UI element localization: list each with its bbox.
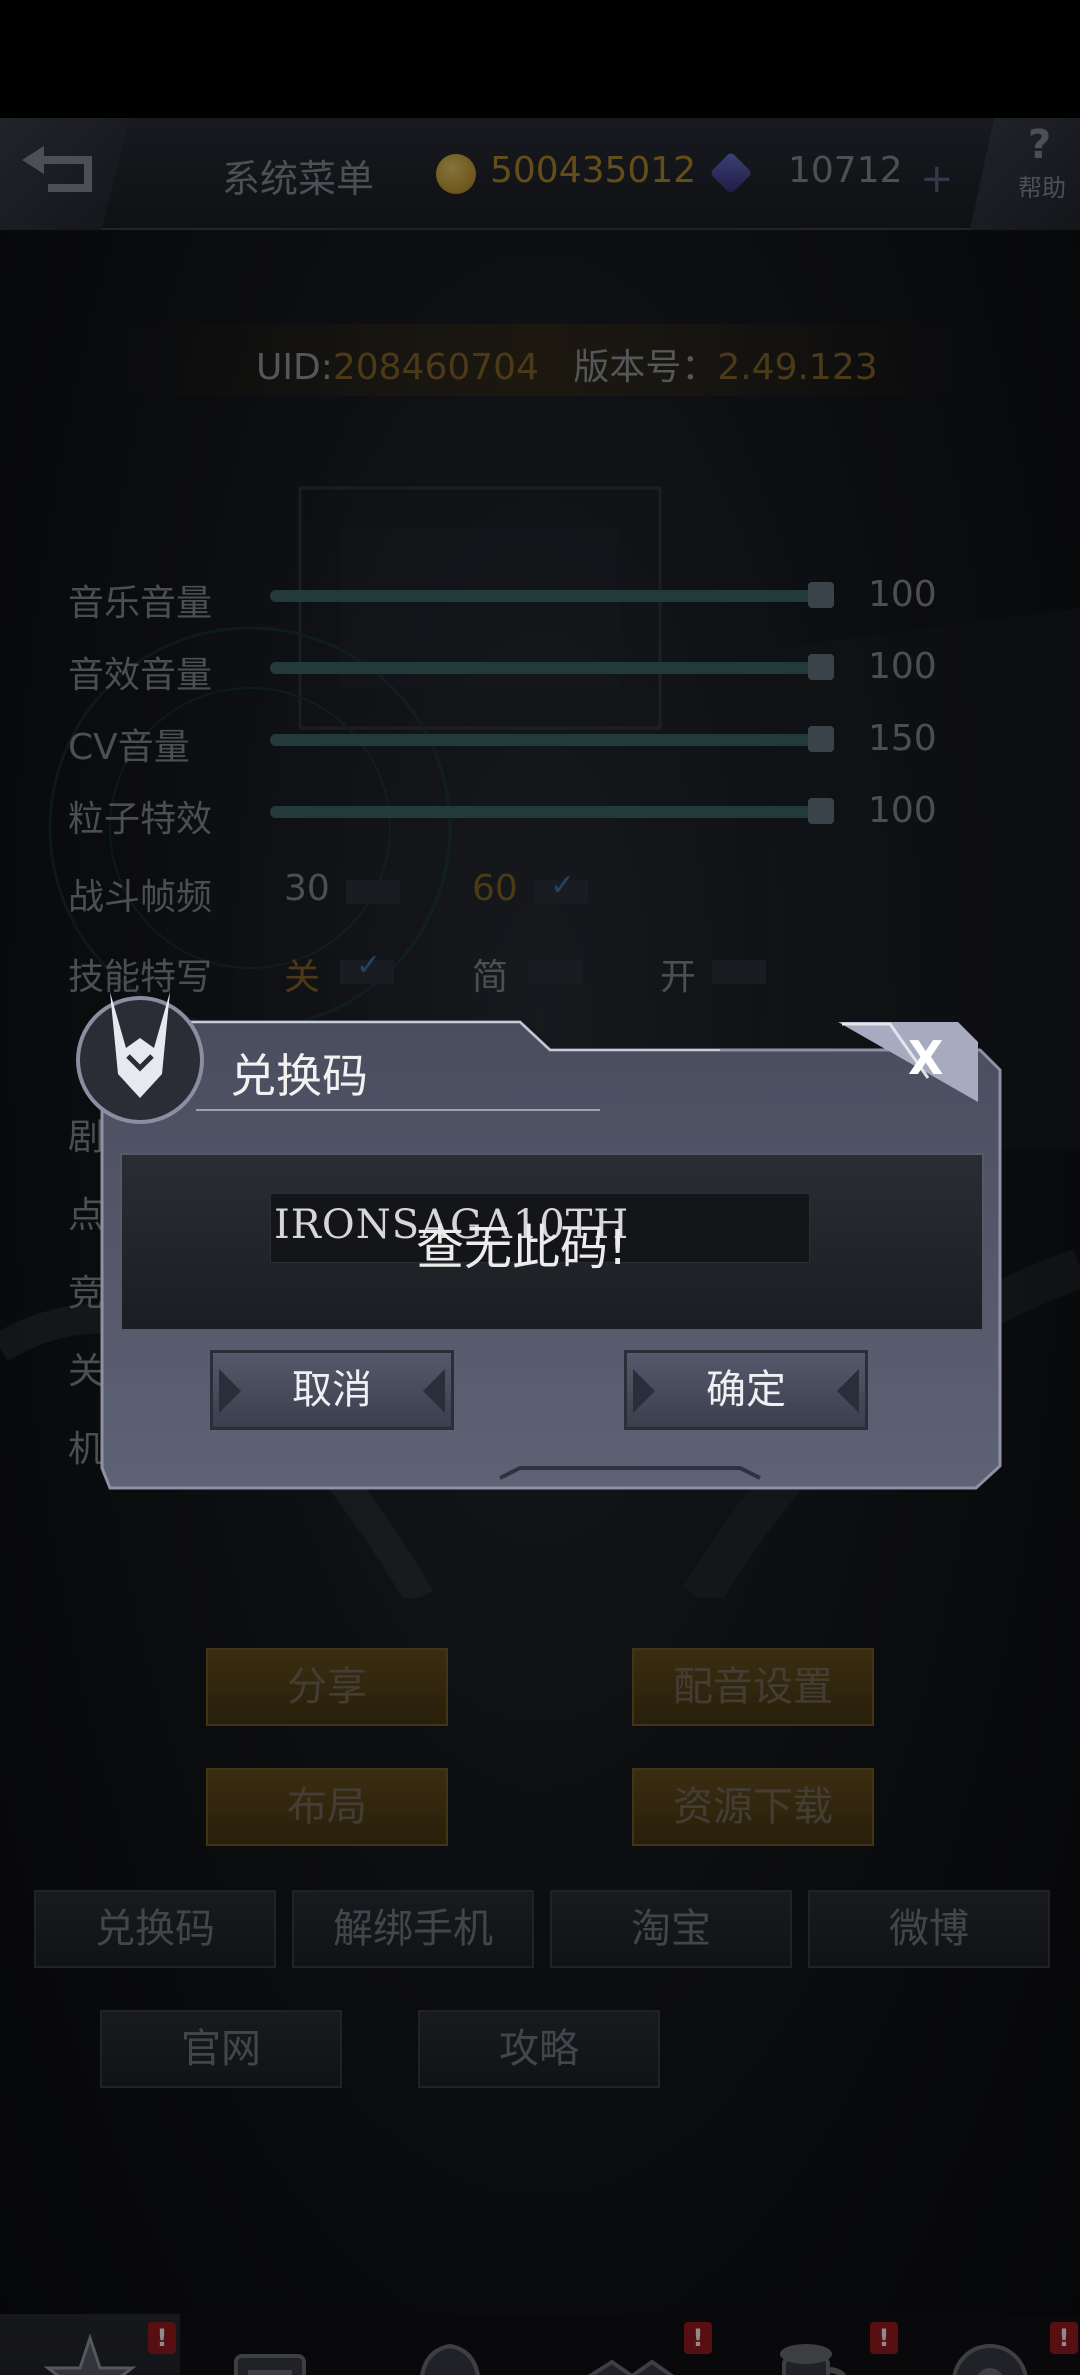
- close-label: X: [908, 1031, 943, 1085]
- cancel-button[interactable]: 取消: [210, 1350, 454, 1430]
- mecha-emblem-icon: [76, 992, 204, 1124]
- dialog-title: 兑换码: [230, 1049, 368, 1103]
- redeem-code-dialog: 兑换码 X IRONSAGA10TH 查无此码! 取消 确定: [76, 992, 1004, 1494]
- confirm-button[interactable]: 确定: [624, 1350, 868, 1430]
- error-message: 查无此码!: [416, 1220, 628, 1276]
- close-icon: X: [838, 1022, 978, 1102]
- dialog-close-button[interactable]: X: [838, 1018, 982, 1106]
